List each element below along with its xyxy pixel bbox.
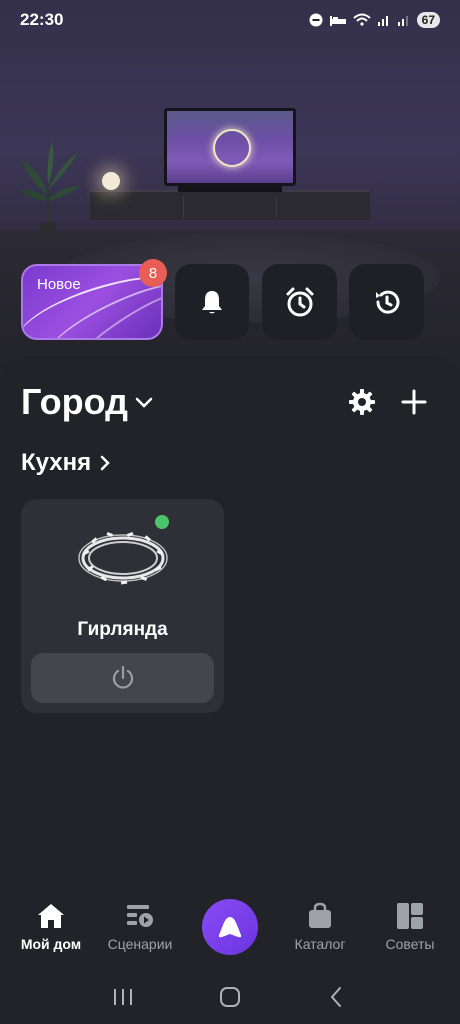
nav-label: Мой дом [20,936,82,952]
tv-cabinet [90,190,370,220]
add-plus-icon[interactable] [398,386,430,418]
dnd-icon [309,13,323,27]
chevron-down-icon [135,397,153,408]
bell-icon [202,291,222,314]
wifi-icon [352,13,371,26]
nav-tips[interactable]: Советы [365,902,455,952]
home-selector[interactable]: Город [21,381,154,423]
nav-label: Каталог [294,936,346,952]
settings-gear-icon[interactable] [346,386,378,418]
bag-icon [309,902,331,928]
signal-2-icon [397,16,408,26]
home-icon [38,904,64,928]
battery-indicator: 67 [416,12,440,28]
garland-icon [78,532,168,585]
tv-screen [164,108,296,186]
history-icon [375,290,399,314]
nav-catalog[interactable]: Каталог [275,902,365,952]
power-toggle-button[interactable] [31,653,214,703]
recent-apps-icon[interactable] [111,986,135,1008]
notifications-tile[interactable] [175,264,249,340]
room-title: Кухня [21,449,92,476]
scenarios-icon [127,905,153,927]
device-card-garland[interactable]: Гирлянда [21,499,224,713]
alarm-clock-icon [286,287,313,317]
status-time: 22:30 [20,10,64,29]
nav-scenarios[interactable]: Сценарии [95,902,185,952]
back-icon[interactable] [325,985,349,1009]
nav-my-home[interactable]: Мой дом [6,902,96,952]
chevron-right-icon [100,455,110,471]
tv-stand [178,186,282,192]
room-link-kitchen[interactable]: Кухня [21,449,111,477]
signal-icon [377,16,388,26]
alice-voice-button[interactable] [202,899,258,955]
home-title: Город [21,381,128,422]
tips-icon [397,903,423,929]
alarm-tile[interactable] [262,264,337,340]
nav-label: Советы [385,936,435,952]
lamp [102,172,120,190]
tv-ring [213,129,251,167]
device-name: Гирлянда [77,619,168,640]
history-tile[interactable] [349,264,424,340]
nav-label: Сценарии [107,936,173,952]
alice-icon [218,917,242,938]
new-count-badge: 8 [139,259,167,287]
power-icon [112,665,133,689]
status-bar: 22:30 67 [0,0,460,40]
system-navigation-bar [0,970,460,1024]
whats-new-label: Новое [37,276,81,293]
status-icons: 67 [309,12,440,28]
plant-icon [20,142,80,238]
sleep-icon [329,16,346,26]
bottom-navigation: Мой дом Сценарии Каталог Советы [0,890,460,970]
home-button-icon[interactable] [218,985,242,1009]
